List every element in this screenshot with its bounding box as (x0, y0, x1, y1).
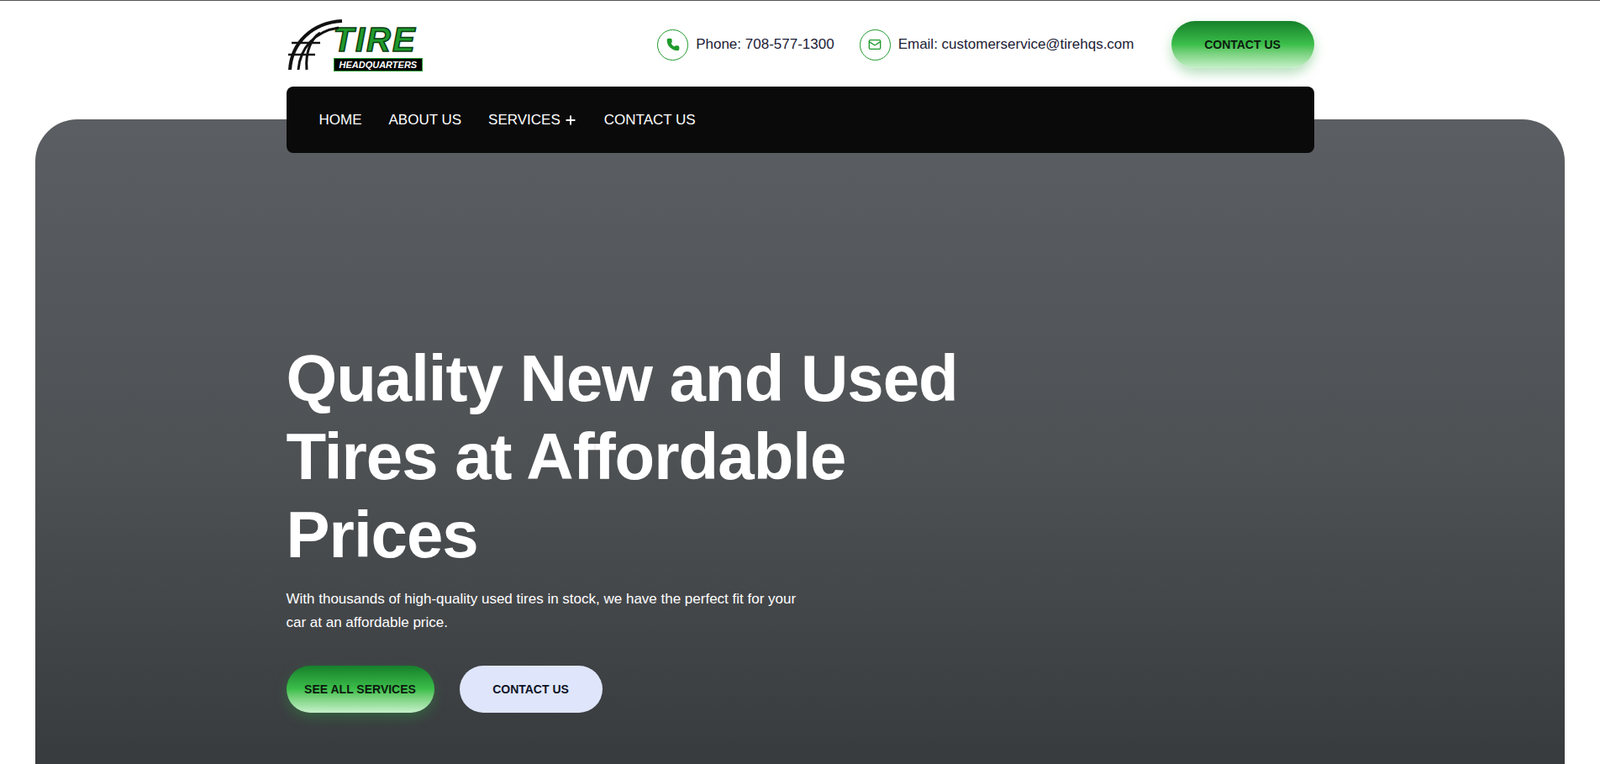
page: TIREHEADQUARTERS Phone: 708-577-1300 Email… (0, 0, 1600, 764)
plus-icon (563, 113, 578, 127)
hero-heading: Quality New and Used Tires at Affordable… (286, 339, 1010, 574)
header: TIREHEADQUARTERS Phone: 708-577-1300 Email… (286, 0, 1315, 87)
email-icon (859, 29, 891, 61)
main-nav: HOME ABOUT US SERVICES CONTACT US (286, 86, 1315, 153)
phone-contact[interactable]: Phone: 708-577-1300 (657, 29, 835, 61)
see-all-services-button[interactable]: SEE ALL SERVICES (286, 665, 435, 713)
hero-text: With thousands of high-quality used tire… (286, 587, 808, 635)
logo[interactable]: TIREHEADQUARTERS (286, 17, 447, 72)
nav-item[interactable]: HOME (319, 109, 363, 132)
email-contact[interactable]: Email: customerservice@tirehqs.com (859, 29, 1135, 61)
phone-icon (657, 29, 689, 61)
nav-item[interactable]: SERVICES (488, 109, 578, 132)
hero-contact-button[interactable]: CONTACT US (459, 665, 603, 713)
nav-item[interactable]: ABOUT US (389, 109, 463, 132)
hero: Quality New and Used Tires at Affordable… (35, 119, 1565, 764)
tire-icon (286, 17, 346, 72)
nav-item[interactable]: CONTACT US (604, 109, 696, 132)
header-contact-button[interactable]: CONTACT US (1171, 21, 1315, 69)
